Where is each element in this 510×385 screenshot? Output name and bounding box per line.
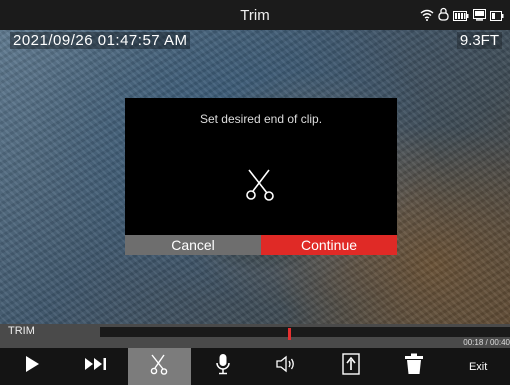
time-readout: 00:18 / 00:40 [463,338,510,347]
wifi-icon [420,8,434,26]
scissors-icon [243,166,277,207]
dialog-buttons: Cancel Continue [125,235,397,255]
volume-button[interactable] [255,348,319,385]
scissors-icon [149,353,169,380]
record-audio-button[interactable] [191,348,255,385]
device-screen: Trim 2021/09/26 01:47:57 AM 9.3FT Set de… [0,0,510,385]
microphone-icon [216,353,230,380]
play-button[interactable] [0,348,64,385]
depth-readout: 9.3FT [456,32,502,49]
continue-button[interactable]: Continue [261,235,397,255]
exit-label: Exit [468,360,488,373]
battery-icon [453,8,469,26]
lock-icon [438,7,449,26]
bottom-toolbar: Exit [0,348,510,385]
status-icons [420,7,504,26]
skip-next-button[interactable] [64,348,128,385]
speaker-icon [276,355,298,378]
export-icon [341,353,360,380]
trim-end-marker[interactable] [287,328,291,340]
timestamp-overlay: 2021/09/26 01:47:57 AM [10,32,191,49]
export-button[interactable] [319,348,383,385]
play-icon [23,355,41,378]
trim-dialog: Set desired end of clip. Cancel Continue [125,98,397,255]
battery-alt-icon [490,8,504,26]
title-bar: Trim [0,0,510,30]
trash-icon [404,353,424,380]
delete-button[interactable] [383,348,447,385]
cancel-button[interactable]: Cancel [125,235,261,255]
timeline-track[interactable] [100,327,510,340]
storage-card-icon [473,8,486,26]
trim-button[interactable] [127,348,192,385]
timeline-bar: TRIM 00:18 / 00:40 [0,324,510,348]
mode-label: TRIM [8,325,35,337]
dialog-message: Set desired end of clip. [199,112,323,126]
exit-button[interactable]: Exit [446,348,510,385]
page-title: Trim [240,6,270,24]
skip-next-icon [84,357,108,376]
